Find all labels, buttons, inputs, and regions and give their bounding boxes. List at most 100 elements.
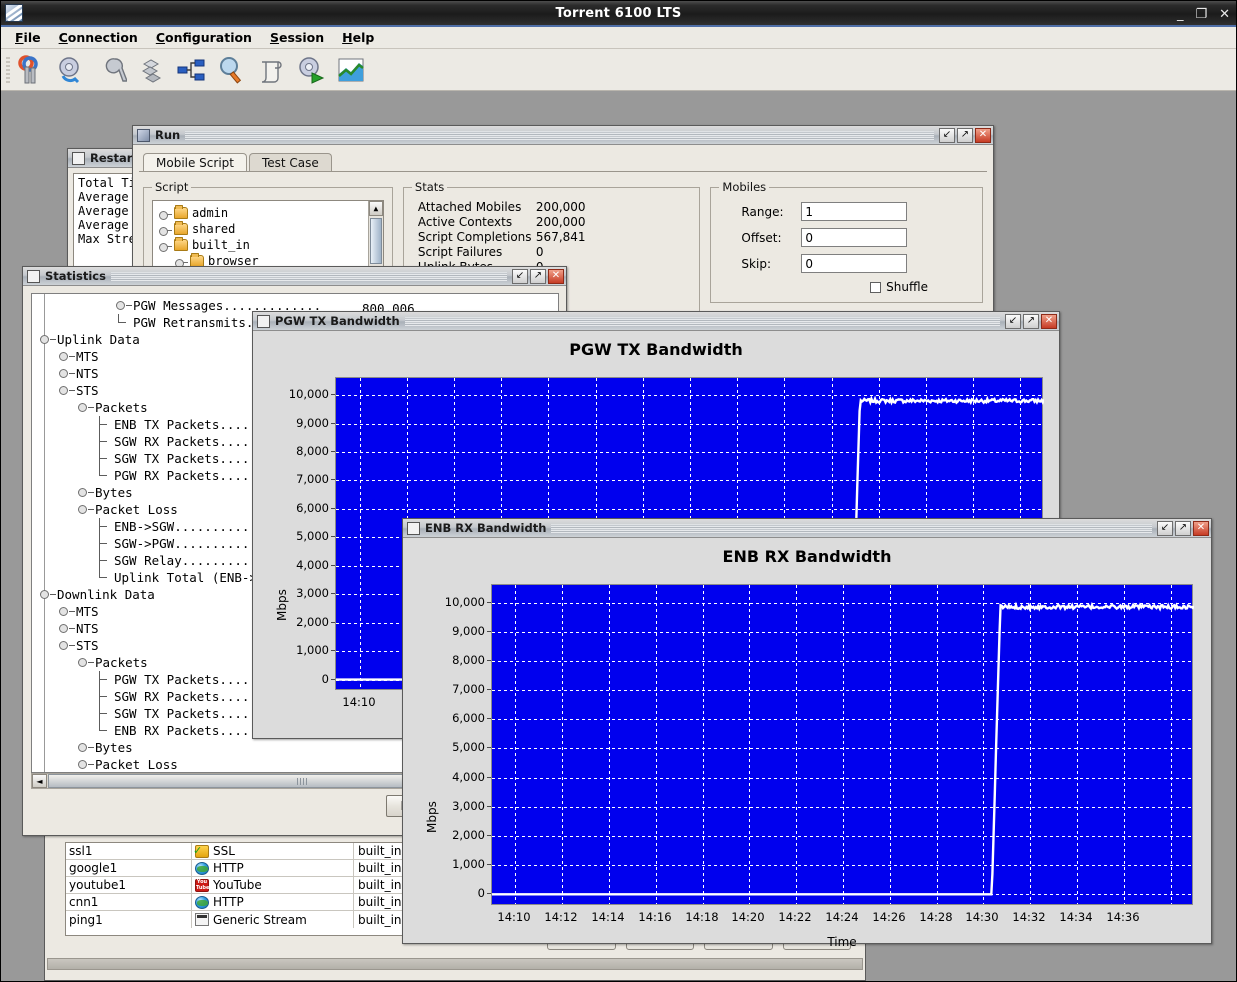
expand-toggle-icon[interactable] — [59, 352, 68, 361]
nodes-icon[interactable] — [135, 54, 167, 86]
script-type-cell: YouTube — [192, 877, 354, 893]
offset-input[interactable] — [801, 228, 908, 247]
maximize-button[interactable]: ↗ — [1023, 313, 1039, 329]
window-menu-icon[interactable] — [407, 521, 420, 535]
window-menu-icon[interactable] — [257, 314, 270, 328]
expand-toggle-icon[interactable] — [40, 590, 49, 599]
maximize-button[interactable]: ❐ — [1195, 8, 1207, 21]
menu-help[interactable]: Help — [334, 28, 382, 47]
scripts-table[interactable]: ssl1 SSL built_in google1 HTTP built_in — [65, 842, 425, 936]
y-axis-tick-label: 10,000 — [444, 594, 492, 609]
tree-item-built-in[interactable]: built_in — [153, 237, 383, 253]
window-menu-icon[interactable] — [72, 151, 85, 165]
expand-toggle-icon[interactable] — [40, 335, 49, 344]
close-button[interactable]: ✕ — [1193, 520, 1209, 536]
tree-connector — [69, 373, 75, 374]
menu-file[interactable]: FFileile — [7, 28, 49, 47]
close-button[interactable]: ✕ — [548, 268, 564, 284]
range-input[interactable] — [801, 202, 908, 221]
expand-toggle-icon[interactable] — [78, 488, 87, 497]
tab-mobile-script[interactable]: Mobile Script — [143, 153, 247, 171]
menu-connection[interactable]: Connection — [51, 28, 146, 47]
maximize-button[interactable]: ↗ — [1175, 520, 1191, 536]
tree-connector — [69, 611, 75, 612]
gridline-horizontal — [336, 423, 1042, 425]
mobiles-group: Mobiles Range: Offset: Skip: — [710, 180, 983, 303]
minimize-button[interactable]: ↙ — [939, 127, 955, 143]
table-row[interactable]: ssl1 SSL built_in — [66, 843, 424, 860]
tab-test-case[interactable]: Test Case — [248, 153, 332, 171]
stat-row: Active Contexts 200,000 — [418, 215, 692, 230]
run-gear-icon[interactable] — [295, 54, 327, 86]
search-icon[interactable] — [215, 54, 247, 86]
tree-item-admin[interactable]: admin — [153, 205, 383, 221]
expand-toggle-icon[interactable] — [59, 624, 68, 633]
expand-toggle-icon[interactable] — [78, 505, 87, 514]
pgw-window-titlebar[interactable]: PGW TX Bandwidth ↙ ↗ ✕ — [253, 312, 1059, 331]
refresh-gear-icon[interactable] — [55, 54, 87, 86]
gridline-vertical — [796, 585, 797, 904]
mobiles-group-legend: Mobiles — [722, 180, 767, 194]
y-axis-tick-label: 6,000 — [296, 500, 335, 515]
shuffle-checkbox[interactable] — [870, 281, 882, 293]
table-row[interactable]: ping1 Generic Stream built_in — [66, 911, 424, 928]
statistics-tree-label: Bytes — [95, 740, 133, 755]
tree-connector — [88, 509, 94, 510]
toolbar — [1, 49, 1236, 91]
statistics-window-titlebar[interactable]: Statistics ↙ ↗ ✕ — [23, 267, 566, 286]
expand-toggle-icon[interactable] — [59, 641, 68, 650]
expand-toggle-icon[interactable] — [175, 256, 188, 268]
skip-input[interactable] — [801, 254, 908, 273]
expand-toggle-icon[interactable] — [159, 224, 172, 236]
close-button[interactable]: ✕ — [975, 127, 991, 143]
expand-toggle-icon[interactable] — [78, 658, 87, 667]
minimize-button[interactable]: ↙ — [1157, 520, 1173, 536]
tree-connector — [99, 577, 107, 578]
expand-toggle-icon[interactable] — [59, 386, 68, 395]
wrench-icon[interactable] — [95, 54, 129, 86]
expand-toggle-icon[interactable] — [78, 760, 87, 769]
enb-window-title: ENB RX Bandwidth — [425, 521, 547, 535]
expand-toggle-icon[interactable] — [59, 607, 68, 616]
scroll-left-arrow-icon[interactable]: ◄ — [32, 774, 47, 788]
scrollbar-thumb[interactable] — [369, 218, 382, 264]
menu-configuration[interactable]: Configuration — [148, 28, 260, 47]
enb-window-titlebar[interactable]: ENB RX Bandwidth ↙ ↗ ✕ — [403, 519, 1211, 538]
enb-rx-bandwidth-window[interactable]: ENB RX Bandwidth ↙ ↗ ✕ ENB RX Bandwidth … — [402, 518, 1212, 949]
minimize-button[interactable]: ↙ — [512, 268, 528, 284]
tree-item-shared[interactable]: shared — [153, 221, 383, 237]
globe-icon — [195, 861, 209, 875]
expand-toggle-icon[interactable] — [78, 403, 87, 412]
run-window-titlebar[interactable]: Run ↙ ↗ ✕ — [133, 126, 993, 145]
table-row[interactable]: google1 HTTP built_in — [66, 860, 424, 877]
expand-toggle-icon[interactable] — [78, 743, 87, 752]
y-axis-tick-label: 7,000 — [452, 682, 491, 697]
maximize-button[interactable]: ↗ — [957, 127, 973, 143]
script-type-cell: HTTP — [192, 894, 354, 910]
expand-toggle-icon[interactable] — [59, 369, 68, 378]
statistics-tree-label: SGW RX Packets..... — [114, 434, 257, 449]
offset-field-row: Offset: — [741, 228, 964, 247]
script-icon[interactable] — [255, 54, 287, 86]
expand-toggle-icon[interactable] — [159, 240, 172, 252]
close-button[interactable]: ✕ — [1041, 313, 1057, 329]
expand-toggle-icon[interactable] — [116, 301, 125, 310]
menu-session[interactable]: Session — [262, 28, 332, 47]
table-row[interactable]: cnn1 HTTP built_in — [66, 894, 424, 911]
keys-icon[interactable] — [15, 54, 47, 86]
table-row[interactable]: youtube1 YouTube built_in — [66, 877, 424, 894]
close-button[interactable]: ✕ — [1219, 8, 1230, 21]
expand-toggle-icon[interactable] — [159, 208, 172, 220]
x-axis-tick-label: 14:34 — [1059, 910, 1093, 924]
window-menu-icon[interactable] — [27, 269, 40, 283]
maximize-button[interactable]: ↗ — [530, 268, 546, 284]
skip-field-row: Skip: — [741, 254, 964, 273]
chart-icon[interactable] — [335, 54, 367, 86]
minimize-button[interactable]: ↙ — [1005, 313, 1021, 329]
scroll-up-arrow-icon[interactable]: ▲ — [368, 201, 383, 216]
scripts-window-hscrollbar[interactable] — [47, 958, 863, 970]
tree-connector — [126, 305, 132, 306]
minimize-button[interactable]: _ — [1177, 8, 1184, 21]
network-icon[interactable] — [175, 54, 207, 86]
tree-item-label: admin — [192, 206, 229, 220]
